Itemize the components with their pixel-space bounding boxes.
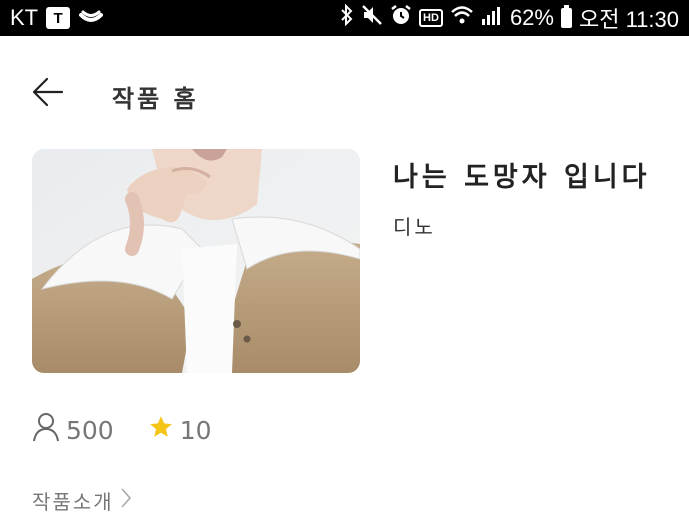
alarm-icon bbox=[390, 4, 412, 32]
work-intro-link[interactable]: 작품소개 bbox=[32, 486, 132, 515]
battery-icon bbox=[560, 5, 572, 28]
hd-voice-icon: HD bbox=[419, 9, 443, 27]
author-name[interactable]: 디노 bbox=[393, 211, 436, 240]
signal-icon bbox=[481, 5, 503, 31]
back-button[interactable] bbox=[30, 74, 80, 114]
work-intro-label: 작품소개 bbox=[32, 490, 114, 514]
carrier-label: KT bbox=[10, 5, 39, 30]
mute-icon bbox=[361, 4, 383, 32]
chevron-right-icon bbox=[120, 487, 132, 514]
battery-percent: 62% bbox=[509, 5, 554, 30]
work-title: 나는 도망자 입니다 bbox=[393, 162, 651, 193]
status-bar: KT T HD 62% 오전 11:30 bbox=[0, 0, 689, 36]
person-icon bbox=[32, 412, 60, 448]
rating-value: 10 bbox=[179, 415, 212, 445]
cover-image[interactable] bbox=[32, 149, 360, 373]
carrier-app-icon: T bbox=[46, 7, 71, 29]
view-count-value: 500 bbox=[66, 415, 114, 445]
clock: 오전 11:30 bbox=[578, 7, 679, 32]
star-icon bbox=[148, 414, 174, 446]
link-icon bbox=[78, 5, 104, 31]
work-stats: 500 10 bbox=[32, 412, 212, 448]
app-header: 작품 홈 bbox=[0, 36, 689, 146]
page-title: 작품 홈 bbox=[112, 85, 199, 113]
view-count: 500 bbox=[32, 412, 114, 448]
bluetooth-icon bbox=[340, 3, 354, 32]
wifi-icon bbox=[450, 5, 474, 31]
arrow-left-icon bbox=[30, 77, 66, 114]
rating: 10 bbox=[148, 414, 212, 446]
